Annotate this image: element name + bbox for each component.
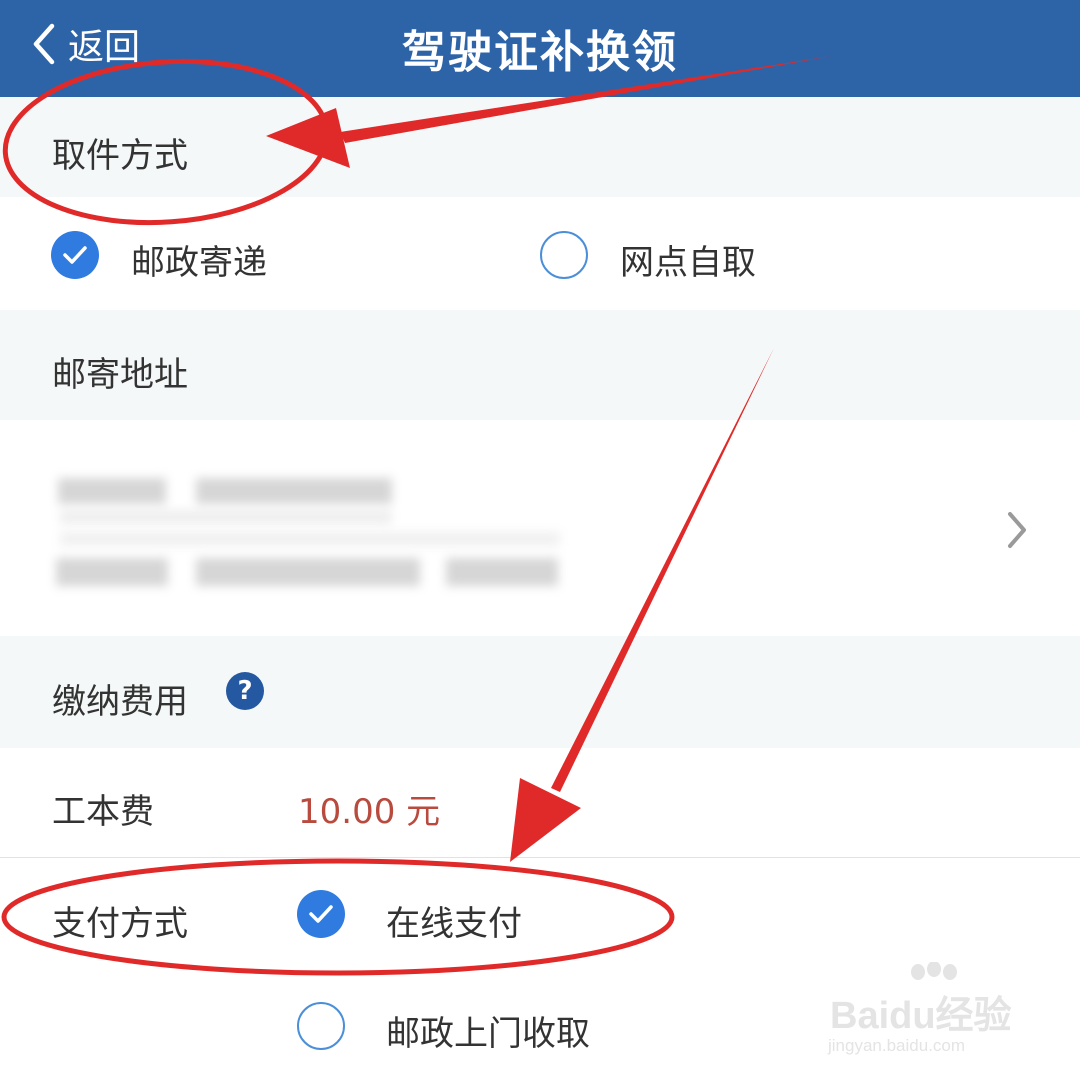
payment-method-label: 支付方式 bbox=[52, 904, 188, 944]
redacted-address-text bbox=[60, 510, 392, 524]
payment-option-postal-label[interactable]: 邮政上门收取 bbox=[386, 1006, 590, 1055]
watermark-brand: Baidu经验 bbox=[830, 995, 1012, 1037]
watermark-url: jingyan.baidu.com bbox=[828, 1036, 966, 1055]
pickup-options-row: 邮政寄递 网点自取 bbox=[0, 197, 1080, 310]
redacted-address-text bbox=[196, 558, 420, 586]
redacted-address-text bbox=[56, 558, 168, 586]
top-bar: 返回 驾驶证补换领 bbox=[0, 0, 1080, 97]
payment-option-online-label[interactable]: 在线支付 bbox=[386, 896, 522, 945]
pickup-section-header: 取件方式 bbox=[0, 97, 1080, 197]
redacted-address-text bbox=[58, 478, 166, 504]
pickup-section-title: 取件方式 bbox=[52, 136, 188, 176]
redacted-address-text bbox=[60, 532, 560, 546]
annotation-arrow-payment-head bbox=[510, 778, 581, 862]
fee-section-title: 缴纳费用 bbox=[52, 682, 188, 722]
page-title: 驾驶证补换领 bbox=[402, 27, 678, 78]
address-row[interactable] bbox=[0, 420, 1080, 636]
pickup-option-postal-radio[interactable] bbox=[51, 231, 99, 279]
address-section-title: 邮寄地址 bbox=[52, 355, 188, 395]
check-icon bbox=[63, 246, 87, 264]
divider bbox=[0, 857, 1080, 858]
fee-item-value: 10.00 元 bbox=[298, 792, 441, 832]
address-section-header: 邮寄地址 bbox=[0, 310, 1080, 420]
payment-option-online-radio[interactable] bbox=[297, 890, 345, 938]
pickup-option-branch-radio[interactable] bbox=[540, 231, 588, 279]
paw-icon bbox=[911, 962, 957, 980]
check-icon bbox=[309, 905, 333, 923]
payment-option-postal-radio[interactable] bbox=[297, 1002, 345, 1050]
pickup-option-postal-label[interactable]: 邮政寄递 bbox=[131, 235, 267, 284]
pickup-option-branch-label[interactable]: 网点自取 bbox=[620, 235, 756, 284]
fee-section-header: 缴纳费用 bbox=[0, 636, 1080, 748]
watermark: Baidu经验 jingyan.baidu.com bbox=[826, 960, 1036, 1070]
redacted-address-text bbox=[446, 558, 558, 586]
fee-item-label: 工本费 bbox=[52, 792, 154, 832]
chevron-right-icon[interactable] bbox=[1002, 508, 1032, 552]
question-circle-icon[interactable]: ? bbox=[226, 672, 264, 710]
redacted-address-text bbox=[196, 478, 392, 504]
